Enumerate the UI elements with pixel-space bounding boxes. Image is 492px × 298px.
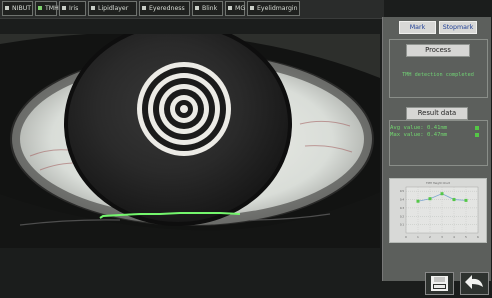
tab-indicator-icon: [228, 6, 232, 10]
y-tick-label: 0.4: [400, 198, 404, 202]
tab-lipidlayer[interactable]: Lipidlayer: [88, 1, 137, 16]
data-point: [428, 197, 432, 201]
tab-tmh[interactable]: TMH: [35, 1, 59, 16]
y-tick-label: 0.5: [400, 189, 404, 193]
tab-indicator-icon: [250, 6, 254, 10]
tab-nibut[interactable]: NIBUT: [2, 1, 33, 16]
tab-iris[interactable]: Iris: [59, 1, 86, 16]
save-button[interactable]: [425, 272, 454, 295]
result-section-frame: [389, 39, 488, 98]
x-tick-label: 6: [477, 235, 479, 239]
x-tick-label: 5: [465, 235, 467, 239]
tab-indicator-icon: [38, 6, 42, 10]
x-tick-label: 2: [429, 235, 431, 239]
tab-indicator-icon: [5, 6, 9, 10]
mark-button[interactable]: Mark: [399, 21, 436, 34]
chart-frame: TMH Height Chart 0.5 0.4 0.3 0.2 0.1 0 1 2 3 4 5 6: [389, 178, 487, 243]
stopmark-button[interactable]: Stopmark: [439, 21, 477, 34]
tab-indicator-icon: [142, 6, 146, 10]
eye-image: [0, 34, 380, 248]
max-marker-icon: [475, 133, 479, 137]
tmh-line-chart: TMH Height Chart 0.5 0.4 0.3 0.2 0.1 0 1 2 3 4 5 6: [400, 181, 479, 239]
y-tick-label: 0.2: [400, 214, 404, 218]
control-panel: Mark Stopmark Process TMH detection comp…: [382, 17, 491, 295]
back-arrow-icon: [465, 275, 483, 289]
save-icon: [431, 276, 448, 291]
data-point: [416, 199, 420, 203]
eye-camera-view: [0, 34, 380, 248]
tab-mg[interactable]: MG: [225, 1, 245, 16]
x-tick-label: 4: [453, 235, 455, 239]
tab-blink[interactable]: Blink: [192, 1, 223, 16]
tab-indicator-icon: [195, 6, 199, 10]
tab-eyeredness[interactable]: Eyeredness: [139, 1, 190, 16]
x-tick-label: 0: [405, 235, 407, 239]
x-tick-label: 1: [417, 235, 419, 239]
result-data-label: Result data: [406, 107, 468, 120]
data-point: [452, 198, 456, 202]
y-tick-label: 0.1: [400, 223, 404, 227]
x-tick-label: 3: [441, 235, 443, 239]
avg-marker-icon: [475, 126, 479, 130]
data-point: [440, 192, 444, 196]
tab-indicator-icon: [91, 6, 95, 10]
tab-indicator-icon: [62, 6, 66, 10]
tab-eyelidmargin[interactable]: Eyelidmargin: [247, 1, 300, 16]
back-button[interactable]: [460, 272, 489, 295]
y-tick-label: 0.3: [400, 206, 404, 210]
chart-title: TMH Height Chart: [425, 181, 450, 185]
max-value: Max value: 0.47mm: [390, 132, 448, 138]
tab-bar: NIBUT TMH Iris Lipidlayer Eyeredness Bli…: [0, 0, 384, 19]
data-point: [464, 198, 468, 202]
avg-value: Avg value: 0.41mm: [390, 125, 448, 131]
